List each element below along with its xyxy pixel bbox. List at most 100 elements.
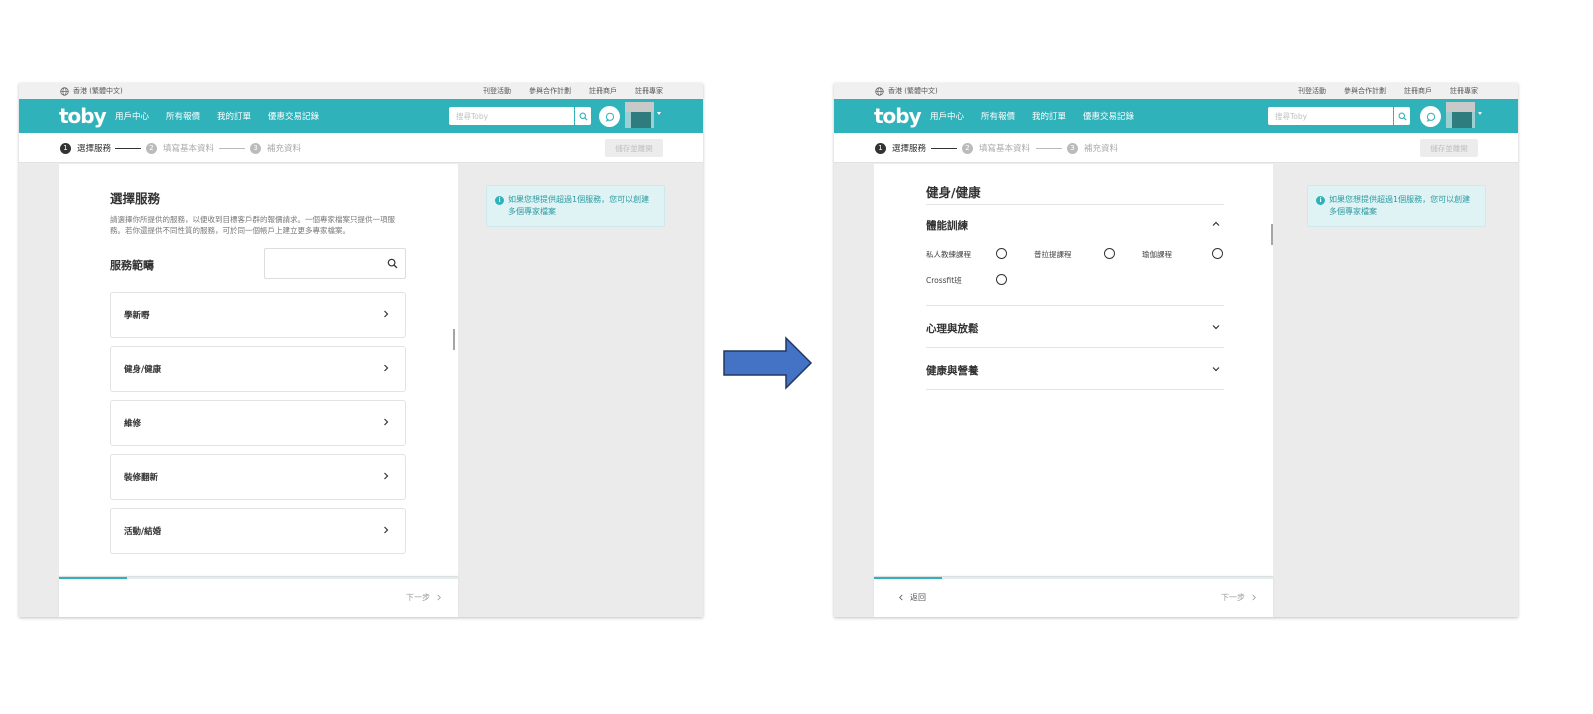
nav-my-orders[interactable]: 我的訂單 bbox=[217, 110, 251, 122]
toby-logo[interactable]: toby bbox=[59, 104, 107, 128]
info-text: 如果您想提供超過1個服務，您可以創建多個專家檔案 bbox=[1329, 195, 1471, 216]
step-3: 3 補充資料 bbox=[250, 142, 301, 154]
step-connector bbox=[1036, 148, 1062, 149]
link-partner-program[interactable]: 參與合作計劃 bbox=[529, 86, 571, 96]
step-3-label: 補充資料 bbox=[1084, 144, 1119, 154]
chevron-right-icon bbox=[384, 364, 389, 372]
link-register-merchant[interactable]: 註冊商戶 bbox=[1404, 86, 1432, 96]
site-search-input[interactable]: 搜尋Toby bbox=[449, 107, 591, 125]
option-label: Crossfit班 bbox=[926, 276, 962, 285]
back-button[interactable]: 返回 bbox=[898, 592, 926, 603]
nav-deal-records[interactable]: 優惠交易記錄 bbox=[268, 110, 319, 122]
service-item[interactable]: 健身/健康 bbox=[110, 346, 406, 392]
region-label: 香港 (繁體中文) bbox=[73, 87, 123, 95]
fitness-card: 健身/健康 體能訓練 私人教練課程 普拉提課程 瑜伽課程 Crossfit班 心… bbox=[874, 164, 1273, 576]
step-1-label: 選擇服務 bbox=[77, 144, 112, 154]
site-search-input[interactable]: 搜尋Toby bbox=[1268, 107, 1410, 125]
accordion-mind-relaxation[interactable]: 心理與放鬆 bbox=[926, 321, 1224, 336]
link-register-expert[interactable]: 註冊專家 bbox=[635, 86, 663, 96]
back-label: 返回 bbox=[910, 593, 926, 602]
chat-bubble-icon bbox=[605, 112, 614, 122]
chevron-down-icon[interactable] bbox=[1478, 112, 1482, 115]
avatar[interactable] bbox=[1446, 102, 1475, 128]
page-description: 請選擇你所提供的服務，以便收到目標客戶群的報價請求。一個專家檔案只提供一項服務。… bbox=[110, 215, 395, 235]
screen-select-service: 香港 (繁體中文) 刊登活動 參與合作計劃 註冊商戶 註冊專家 toby 用戶中… bbox=[19, 83, 703, 617]
region-selector[interactable]: 香港 (繁體中文) bbox=[60, 86, 123, 96]
chevron-down-icon bbox=[1212, 367, 1220, 372]
search-placeholder: 搜尋Toby bbox=[1275, 112, 1308, 121]
service-scope-title: 服務範疇 bbox=[110, 259, 154, 272]
save-and-exit-button[interactable]: 儲存並離開 bbox=[605, 139, 663, 157]
service-search-input[interactable] bbox=[264, 248, 406, 279]
next-button[interactable]: 下一步 bbox=[1221, 592, 1257, 603]
chat-button[interactable] bbox=[1420, 106, 1441, 127]
step-2-label: 填寫基本資料 bbox=[979, 144, 1031, 154]
toby-logo[interactable]: toby bbox=[874, 104, 922, 128]
option-radio[interactable] bbox=[996, 274, 1007, 285]
accordion-health-nutrition[interactable]: 健康與營養 bbox=[926, 363, 1224, 378]
step-connector bbox=[115, 148, 141, 149]
main-navbar: toby 用戶中心 所有報價 我的訂單 優惠交易記錄 搜尋Toby bbox=[19, 99, 703, 133]
search-button[interactable] bbox=[574, 107, 591, 125]
service-item-label: 活動/結婚 bbox=[124, 527, 162, 537]
service-item[interactable]: 活動/結婚 bbox=[110, 508, 406, 554]
chevron-up-icon bbox=[1212, 221, 1220, 226]
service-item[interactable]: 裝修翻新 bbox=[110, 454, 406, 500]
search-button[interactable] bbox=[1393, 107, 1410, 125]
nav-user-center[interactable]: 用戶中心 bbox=[930, 110, 964, 122]
service-item-label: 裝修翻新 bbox=[124, 473, 159, 483]
info-text: 如果您想提供超過1個服務，您可以創建多個專家檔案 bbox=[508, 195, 650, 216]
chevron-right-icon bbox=[384, 472, 389, 480]
info-notice: i 如果您想提供超過1個服務，您可以創建多個專家檔案 bbox=[486, 185, 665, 227]
step-connector bbox=[219, 148, 245, 149]
chevron-right-icon bbox=[437, 594, 441, 601]
step-indicator: 1 選擇服務 2 填寫基本資料 3 補充資料 儲存並離開 bbox=[834, 133, 1518, 163]
region-selector[interactable]: 香港 (繁體中文) bbox=[875, 86, 938, 96]
scrollbar-thumb[interactable] bbox=[453, 329, 455, 350]
service-card: 選擇服務 請選擇你所提供的服務，以便收到目標客戶群的報價請求。一個專家檔案只提供… bbox=[59, 164, 458, 576]
transition-arrow-icon bbox=[723, 336, 813, 390]
step-1: 1 選擇服務 bbox=[875, 142, 926, 154]
service-item[interactable]: 維修 bbox=[110, 400, 406, 446]
chevron-right-icon bbox=[384, 310, 389, 318]
step-indicator: 1 選擇服務 2 填寫基本資料 3 補充資料 儲存並離開 bbox=[19, 133, 703, 163]
link-register-expert[interactable]: 註冊專家 bbox=[1450, 86, 1478, 96]
accordion-physical-training[interactable]: 體能訓練 bbox=[926, 218, 1224, 233]
chevron-down-icon[interactable] bbox=[657, 112, 661, 115]
option-radio[interactable] bbox=[996, 248, 1007, 259]
service-item[interactable]: 學新嘢 bbox=[110, 292, 406, 338]
divider bbox=[926, 347, 1224, 348]
scrollbar-thumb[interactable] bbox=[1271, 224, 1273, 245]
link-post-event[interactable]: 刊登活動 bbox=[1298, 86, 1326, 96]
page-title: 選擇服務 bbox=[110, 191, 161, 206]
nav-deal-records[interactable]: 優惠交易記錄 bbox=[1083, 110, 1134, 122]
divider bbox=[926, 305, 1224, 306]
nav-my-orders[interactable]: 我的訂單 bbox=[1032, 110, 1066, 122]
chevron-left-icon bbox=[899, 594, 903, 601]
nav-all-quotes[interactable]: 所有報價 bbox=[166, 110, 200, 122]
accordion-title: 健康與營養 bbox=[926, 365, 979, 377]
top-utility-bar: 香港 (繁體中文) 刊登活動 參與合作計劃 註冊商戶 註冊專家 bbox=[19, 83, 703, 99]
option-label: 瑜伽課程 bbox=[1142, 250, 1172, 259]
search-icon bbox=[579, 112, 588, 121]
option-radio[interactable] bbox=[1212, 248, 1223, 259]
step-1-label: 選擇服務 bbox=[892, 144, 927, 154]
next-button[interactable]: 下一步 bbox=[406, 592, 442, 603]
nav-all-quotes[interactable]: 所有報價 bbox=[981, 110, 1015, 122]
chevron-right-icon bbox=[384, 418, 389, 426]
option-label: 私人教練課程 bbox=[926, 250, 971, 259]
link-partner-program[interactable]: 參與合作計劃 bbox=[1344, 86, 1386, 96]
link-register-merchant[interactable]: 註冊商戶 bbox=[589, 86, 617, 96]
save-and-exit-button[interactable]: 儲存並離開 bbox=[1420, 139, 1478, 157]
link-post-event[interactable]: 刊登活動 bbox=[483, 86, 511, 96]
progress-bar bbox=[59, 577, 458, 579]
option-radio[interactable] bbox=[1104, 248, 1115, 259]
service-item-label: 學新嘢 bbox=[124, 311, 150, 321]
nav-user-center[interactable]: 用戶中心 bbox=[115, 110, 149, 122]
top-utility-bar: 香港 (繁體中文) 刊登活動 參與合作計劃 註冊商戶 註冊專家 bbox=[834, 83, 1518, 99]
chevron-down-icon bbox=[1212, 325, 1220, 330]
chat-button[interactable] bbox=[599, 106, 620, 127]
next-label: 下一步 bbox=[406, 593, 430, 602]
avatar[interactable] bbox=[625, 102, 654, 128]
step-connector bbox=[931, 148, 957, 149]
